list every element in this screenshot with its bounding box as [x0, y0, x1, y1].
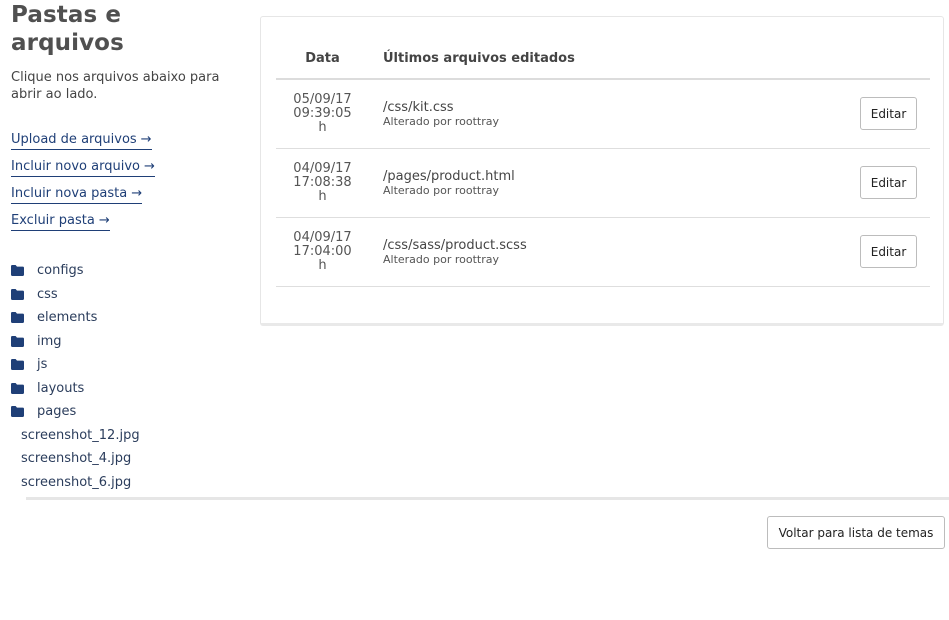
- file-meta: Alterado por roottray: [383, 252, 500, 266]
- column-header-date: Data: [305, 51, 340, 66]
- new-file-link[interactable]: Incluir novo arquivo →: [11, 159, 155, 177]
- recent-files-card: Data Últimos arquivos editados 05/09/17 …: [260, 16, 944, 326]
- action-links: Upload de arquivos → Incluir novo arquivo…: [11, 128, 241, 236]
- file-cell: /css/sass/product.scss Alterado por root…: [369, 238, 930, 267]
- action-row: Upload de arquivos →: [11, 128, 241, 155]
- folder-item-img[interactable]: img: [11, 330, 241, 354]
- file-item[interactable]: screenshot_12.jpg: [11, 424, 241, 448]
- folder-item-js[interactable]: js: [11, 353, 241, 377]
- edit-button[interactable]: Editar: [860, 235, 917, 268]
- time-suffix: h: [318, 258, 327, 273]
- edit-button[interactable]: Editar: [860, 166, 917, 199]
- new-file-label: Incluir novo arquivo: [11, 159, 140, 174]
- folder-label: pages: [37, 404, 77, 420]
- folder-icon: [11, 288, 24, 300]
- folder-label: configs: [37, 263, 84, 279]
- new-folder-label: Incluir nova pasta: [11, 186, 128, 201]
- file-label: screenshot_6.jpg: [21, 474, 132, 490]
- folder-item-css[interactable]: css: [11, 283, 241, 307]
- file-meta: Alterado por roottray: [383, 114, 500, 128]
- folder-item-pages[interactable]: pages: [11, 400, 241, 424]
- column-header-file: Últimos arquivos editados: [383, 51, 575, 66]
- back-to-themes-button[interactable]: Voltar para lista de temas: [767, 516, 945, 549]
- date-value: 04/09/17: [293, 230, 352, 245]
- folder-label: layouts: [37, 380, 85, 396]
- folder-icon: [11, 359, 24, 371]
- delete-folder-link[interactable]: Excluir pasta →: [11, 213, 110, 231]
- edit-button[interactable]: Editar: [860, 97, 917, 130]
- action-row: Incluir novo arquivo →: [11, 155, 241, 182]
- new-folder-link[interactable]: Incluir nova pasta →: [11, 186, 143, 204]
- table-header: Data Últimos arquivos editados: [276, 39, 930, 80]
- folder-icon: [11, 406, 24, 418]
- table-row: 04/09/17 17:08:38 h /pages/product.html …: [276, 149, 930, 218]
- page: Pastas e arquivos Clique nos arquivos ab…: [0, 0, 949, 620]
- page-title: Pastas e arquivos: [11, 2, 124, 56]
- date-value: 05/09/17: [293, 92, 352, 107]
- upload-files-link[interactable]: Upload de arquivos →: [11, 132, 152, 150]
- arrow-right-icon: →: [143, 159, 155, 174]
- file-tree: configs css elements img js layouts page…: [11, 259, 241, 494]
- date-value: 04/09/17: [293, 161, 352, 176]
- folder-label: elements: [37, 310, 98, 326]
- arrow-right-icon: →: [140, 132, 152, 147]
- action-row: Excluir pasta →: [11, 209, 241, 236]
- time-suffix: h: [318, 120, 327, 135]
- time-value: 17:04:00: [293, 244, 352, 259]
- arrow-right-icon: →: [98, 213, 110, 228]
- delete-folder-label: Excluir pasta: [11, 213, 95, 228]
- file-cell: /pages/product.html Alterado por roottra…: [369, 169, 930, 198]
- folder-icon: [11, 335, 24, 347]
- file-cell: /css/kit.css Alterado por roottray: [369, 100, 930, 129]
- folder-icon: [11, 382, 24, 394]
- file-path: /pages/product.html: [383, 168, 515, 184]
- file-meta: Alterado por roottray: [383, 183, 500, 197]
- file-item[interactable]: screenshot_6.jpg: [11, 471, 241, 495]
- date-cell: 04/09/17 17:04:00 h: [276, 231, 369, 273]
- arrow-right-icon: →: [131, 186, 143, 201]
- left-sidebar: Pastas e arquivos Clique nos arquivos ab…: [11, 0, 241, 494]
- upload-files-label: Upload de arquivos: [11, 132, 137, 147]
- folder-label: js: [37, 357, 48, 373]
- table-row: 05/09/17 09:39:05 h /css/kit.css Alterad…: [276, 80, 930, 149]
- folder-item-elements[interactable]: elements: [11, 306, 241, 330]
- recent-files-table: Data Últimos arquivos editados 05/09/17 …: [276, 39, 930, 287]
- date-cell: 05/09/17 09:39:05 h: [276, 93, 369, 135]
- folder-icon: [11, 265, 24, 277]
- file-path: /css/kit.css: [383, 99, 454, 115]
- folder-item-layouts[interactable]: layouts: [11, 377, 241, 401]
- table-row: 04/09/17 17:04:00 h /css/sass/product.sc…: [276, 218, 930, 287]
- file-path: /css/sass/product.scss: [383, 237, 527, 253]
- file-item[interactable]: screenshot_4.jpg: [11, 447, 241, 471]
- folder-icon: [11, 312, 24, 324]
- file-label: screenshot_12.jpg: [21, 427, 140, 443]
- folder-item-configs[interactable]: configs: [11, 259, 241, 283]
- folder-label: css: [37, 286, 58, 302]
- time-value: 17:08:38: [293, 175, 352, 190]
- page-subtitle: Clique nos arquivos abaixo para abrir ao…: [11, 70, 220, 102]
- time-value: 09:39:05: [293, 106, 352, 121]
- date-cell: 04/09/17 17:08:38 h: [276, 162, 369, 204]
- section-divider: [26, 497, 949, 500]
- time-suffix: h: [318, 189, 327, 204]
- action-row: Incluir nova pasta →: [11, 182, 241, 209]
- folder-label: img: [37, 333, 62, 349]
- file-label: screenshot_4.jpg: [21, 451, 132, 467]
